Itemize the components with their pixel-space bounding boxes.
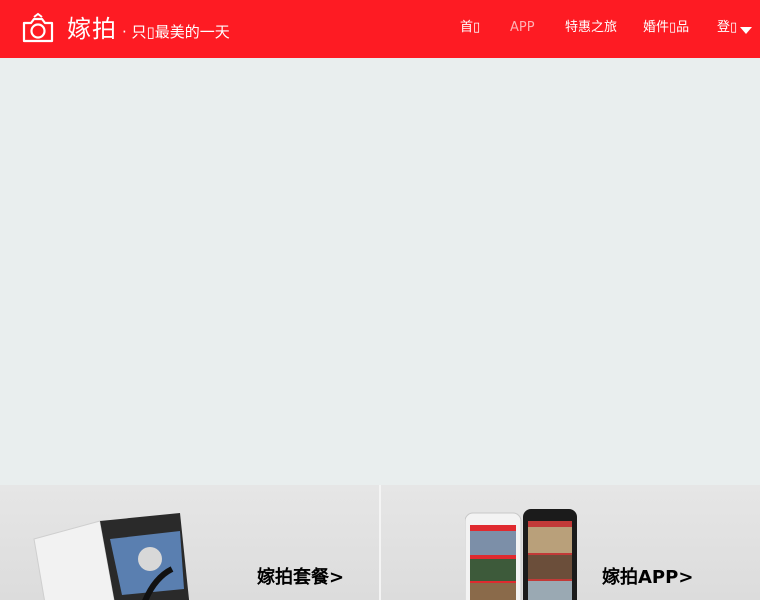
photo-album-icon <box>33 513 190 600</box>
caret-down-icon[interactable] <box>740 27 752 34</box>
nav-home[interactable]: 首▯ <box>460 19 480 37</box>
smartphone-icon <box>465 509 577 600</box>
promo-package[interactable]: 嫁拍套餐> <box>0 485 379 600</box>
nav-wedding-goods[interactable]: 婚件▯品 <box>643 19 689 37</box>
top-header: 嫁拍 · 只▯最美的一天 首▯ APP 特惠之旅 婚件▯品 登▯ <box>0 0 760 58</box>
nav-login[interactable]: 登▯ <box>717 19 737 37</box>
promo-package-label[interactable]: 嫁拍套餐> <box>257 563 344 589</box>
promo-app-label[interactable]: 嫁拍APP> <box>602 563 693 589</box>
main-nav: 首▯ APP 特惠之旅 婚件▯品 登▯ <box>0 0 760 58</box>
nav-travel[interactable]: 特惠之旅 <box>565 19 617 37</box>
promo-app[interactable]: 嫁拍APP> <box>381 485 760 600</box>
nav-app[interactable]: APP <box>510 19 535 37</box>
hero-banner <box>0 58 760 485</box>
